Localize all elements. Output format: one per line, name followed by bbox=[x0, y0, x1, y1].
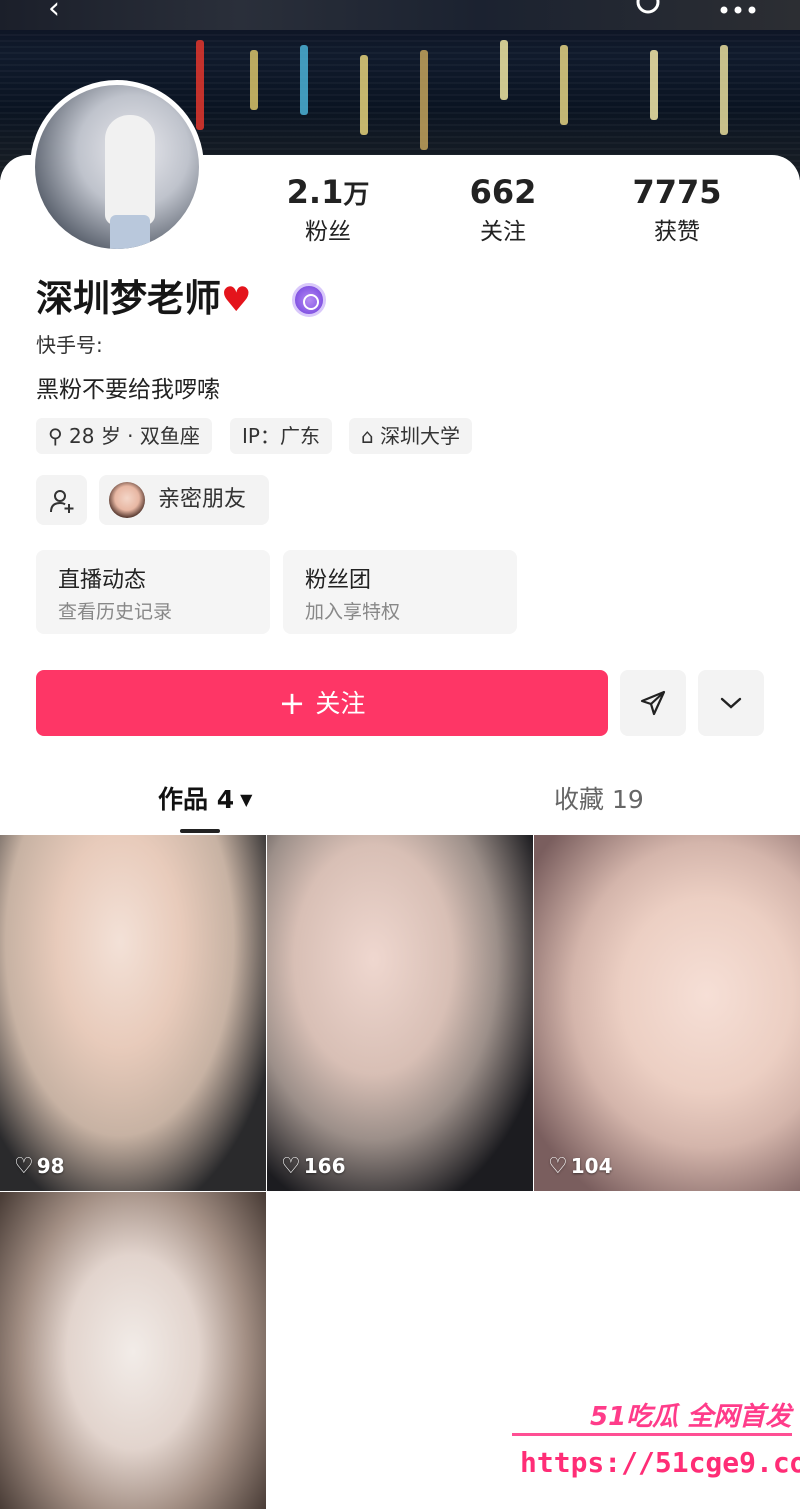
more-button[interactable] bbox=[718, 0, 758, 24]
banner-light bbox=[500, 40, 508, 100]
stat-label: 获赞 bbox=[654, 219, 700, 245]
follow-label: 关注 bbox=[315, 689, 366, 718]
stat-label: 关注 bbox=[480, 219, 526, 245]
watermark-divider bbox=[512, 1433, 792, 1436]
panel-title: 直播动态 bbox=[58, 568, 147, 593]
close-friend-button[interactable]: 亲密朋友 bbox=[99, 475, 269, 525]
banner-light bbox=[250, 50, 258, 110]
post-likes: ♡ 166 bbox=[281, 1154, 346, 1179]
avatar-figure bbox=[110, 215, 150, 249]
heart-outline-icon: ♡ bbox=[281, 1154, 301, 1179]
send-icon bbox=[640, 690, 666, 716]
avatar-figure bbox=[105, 115, 155, 225]
username-text: 深圳梦老师 bbox=[36, 277, 221, 320]
stat-value: 662 bbox=[469, 173, 537, 211]
post-thumbnail[interactable] bbox=[0, 1192, 266, 1509]
post-likes: ♡ 98 bbox=[14, 1154, 65, 1179]
friend-avatar bbox=[109, 482, 145, 518]
heart-outline-icon: ♡ bbox=[14, 1154, 34, 1179]
banner-light bbox=[650, 50, 658, 120]
stat-label: 粉丝 bbox=[305, 219, 351, 245]
panel-subtitle: 查看历史记录 bbox=[58, 601, 173, 623]
watermark-brand: 51吃瓜 全网首发 bbox=[590, 1402, 792, 1432]
chevron-down-icon bbox=[720, 697, 742, 709]
verified-badge-icon[interactable] bbox=[292, 283, 326, 317]
tab-label: 作品 4 bbox=[158, 785, 235, 814]
post-thumbnail[interactable]: ♡ 98 bbox=[0, 835, 266, 1191]
banner-light bbox=[720, 45, 728, 135]
banner-skyline bbox=[0, 0, 800, 30]
tag-text: 深圳大学 bbox=[380, 424, 461, 448]
bio-text: 黑粉不要给我啰嗦 bbox=[36, 377, 220, 403]
tag-age[interactable]: ⚲ 28 岁 · 双鱼座 bbox=[36, 418, 212, 454]
caret-down-icon: ▼ bbox=[240, 790, 253, 809]
follow-button[interactable]: + 关注 bbox=[36, 670, 608, 736]
more-dots-icon bbox=[720, 6, 756, 14]
banner-light bbox=[196, 40, 204, 130]
tab-works[interactable]: 作品 4 ▼ bbox=[158, 783, 252, 817]
banner-light bbox=[420, 50, 428, 150]
stats-row: 2.1万 粉丝 662 关注 7775 获赞 bbox=[240, 172, 760, 252]
banner-light bbox=[560, 45, 568, 125]
stat-value: 2.1万 bbox=[286, 173, 370, 211]
share-button[interactable] bbox=[620, 670, 686, 736]
search-person-icon: ⚲ bbox=[48, 424, 63, 448]
kuaishou-id-label: 快手号: bbox=[36, 333, 103, 357]
tag-school[interactable]: ⌂ 深圳大学 bbox=[349, 418, 473, 454]
close-friend-label: 亲密朋友 bbox=[158, 487, 247, 512]
panel-subtitle: 加入享特权 bbox=[305, 601, 401, 623]
stat-value: 7775 bbox=[632, 173, 722, 211]
search-button[interactable] bbox=[634, 0, 664, 24]
tab-favorites[interactable]: 收藏 19 bbox=[554, 783, 644, 817]
active-tab-indicator bbox=[180, 829, 220, 833]
content-tabs: 作品 4 ▼ 收藏 19 bbox=[0, 775, 800, 835]
panel-title: 粉丝团 bbox=[305, 568, 372, 593]
username: 深圳梦老师♥ bbox=[36, 277, 251, 322]
tag-text: 28 岁 · 双鱼座 bbox=[69, 424, 200, 448]
banner-light bbox=[300, 45, 308, 115]
expand-button[interactable] bbox=[698, 670, 764, 736]
watermark-url: https://51cge9.com bbox=[520, 1446, 800, 1479]
tag-ip[interactable]: IP：广东 bbox=[230, 418, 332, 454]
add-user-icon bbox=[50, 490, 74, 513]
post-thumbnail[interactable]: ♡ 104 bbox=[534, 835, 800, 1191]
post-thumbnail[interactable]: ♡ 166 bbox=[267, 835, 533, 1191]
plus-icon: + bbox=[278, 684, 306, 722]
post-likes: ♡ 104 bbox=[548, 1154, 613, 1179]
stat-following[interactable]: 662 关注 bbox=[433, 172, 573, 249]
heart-outline-icon: ♡ bbox=[548, 1154, 568, 1179]
profile-card: 2.1万 粉丝 662 关注 7775 获赞 深圳梦老师♥ 快手号: 黑粉不要给… bbox=[0, 80, 800, 1509]
heart-icon: ♥ bbox=[221, 280, 252, 320]
stat-fans[interactable]: 2.1万 粉丝 bbox=[258, 172, 398, 249]
add-friend-button[interactable] bbox=[36, 475, 87, 525]
live-history-panel[interactable]: 直播动态 查看历史记录 bbox=[36, 550, 270, 634]
banner-light bbox=[360, 55, 368, 135]
fan-club-panel[interactable]: 粉丝团 加入享特权 bbox=[283, 550, 517, 634]
tag-text: IP：广东 bbox=[242, 424, 320, 448]
search-icon bbox=[636, 0, 660, 14]
avatar[interactable] bbox=[30, 80, 204, 254]
school-icon: ⌂ bbox=[361, 424, 374, 448]
back-button[interactable]: ‹ bbox=[48, 0, 60, 24]
stat-likes[interactable]: 7775 获赞 bbox=[607, 172, 747, 249]
